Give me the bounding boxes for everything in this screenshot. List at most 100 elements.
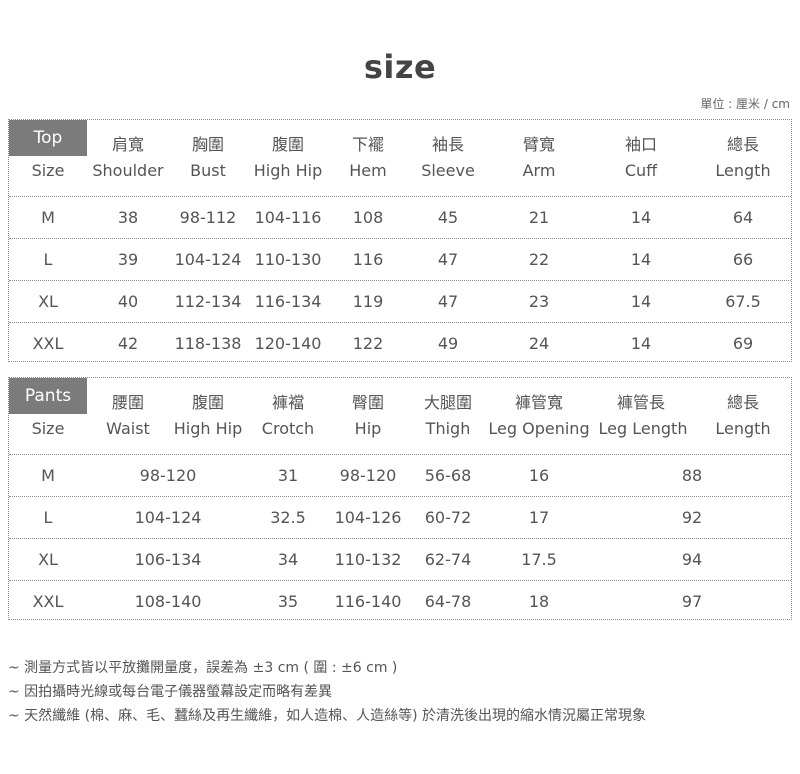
pants-badge: Pants (9, 378, 87, 414)
top-header-en: High Hip (253, 161, 323, 180)
unit-label: 單位 : 厘米 / cm (700, 97, 790, 111)
table-cell: 110-130 (254, 250, 322, 269)
table-cell: 66 (732, 250, 754, 269)
pants-header-en: Length (715, 419, 771, 438)
table-cell: 104-126 (334, 508, 402, 527)
top-header-en: Cuff (624, 161, 658, 180)
table-cell: 38 (117, 208, 139, 227)
top-header-zh: 袖口 (624, 135, 658, 154)
top-header-zh: 袖長 (431, 135, 465, 154)
table-cell: 120-140 (254, 334, 322, 353)
pants-header-zh: 褲管長 (616, 393, 666, 412)
table-cell: 106-134 (134, 550, 202, 569)
table-cell: 62-74 (424, 550, 472, 569)
table-cell: 23 (528, 292, 550, 311)
table-cell: 97 (681, 592, 703, 611)
table-cell: 45 (437, 208, 459, 227)
top-header-zh: 胸圍 (191, 135, 225, 154)
size-cell: L (43, 250, 53, 269)
table-row: M 98-120 31 98-120 56-68 16 88 (9, 455, 791, 497)
table-row: M 38 98-112 104-116 108 45 21 14 64 (9, 197, 791, 239)
pants-size-table: Pants 腰圍 腹圍 褲襠 臀圍 大腿圍 褲管寬 褲管長 總長 Size Wa… (8, 377, 792, 620)
table-cell: 104-116 (254, 208, 322, 227)
top-header-row: Top 肩寬 胸圍 腹圍 下襬 袖長 臂寬 袖口 總長 Size Shoulde… (9, 120, 791, 197)
pants-header-en: Leg Opening (488, 419, 590, 438)
note-line: ~ 測量方式皆以平放攤開量度，誤差為 ±3 cm ( 圍 : ±6 cm ) (8, 660, 398, 676)
table-row: L 39 104-124 110-130 116 47 22 14 66 (9, 239, 791, 281)
table-cell: 39 (117, 250, 139, 269)
size-cell: XXL (32, 592, 64, 611)
pants-header-en: Hip (354, 419, 382, 438)
table-cell: 49 (437, 334, 459, 353)
table-cell: 16 (528, 466, 550, 485)
pants-header-zh: 褲襠 (271, 393, 305, 412)
top-header-zh: 總長 (726, 135, 760, 154)
table-cell: 98-120 (339, 466, 397, 485)
table-row: XL 40 112-134 116-134 119 47 23 14 67.5 (9, 281, 791, 323)
table-cell: 56-68 (424, 466, 472, 485)
size-cell: M (41, 466, 55, 485)
table-cell: 116 (352, 250, 384, 269)
table-cell: 47 (437, 250, 459, 269)
size-cell: XL (38, 550, 58, 569)
pants-header-zh: 大腿圍 (423, 393, 473, 412)
table-cell: 108-140 (134, 592, 202, 611)
top-header-zh: 肩寬 (111, 135, 145, 154)
top-header-en: Length (715, 161, 771, 180)
pants-header-en: Crotch (261, 419, 315, 438)
table-cell: 110-132 (334, 550, 402, 569)
table-cell: 24 (528, 334, 550, 353)
table-cell: 14 (630, 334, 652, 353)
table-row: XXL 42 118-138 120-140 122 49 24 14 69 (9, 323, 791, 364)
top-header-en: Bust (190, 161, 226, 180)
pants-header-zh: 臀圍 (351, 393, 385, 412)
table-cell: 67.5 (725, 292, 761, 311)
top-header-en: Arm (522, 161, 556, 180)
table-cell: 40 (117, 292, 139, 311)
table-cell: 104-124 (174, 250, 242, 269)
pants-header-en: Waist (106, 419, 150, 438)
table-cell: 22 (528, 250, 550, 269)
table-cell: 116-134 (254, 292, 322, 311)
top-size-table: Top 肩寬 胸圍 腹圍 下襬 袖長 臂寬 袖口 總長 Size Shoulde… (8, 119, 792, 362)
table-cell: 104-124 (134, 508, 202, 527)
table-cell: 64-78 (424, 592, 472, 611)
table-row: L 104-124 32.5 104-126 60-72 17 92 (9, 497, 791, 539)
table-cell: 14 (630, 208, 652, 227)
top-header-zh: 臂寬 (522, 135, 556, 154)
pants-header-zh: 褲管寬 (514, 393, 564, 412)
table-cell: 119 (352, 292, 384, 311)
table-row: XXL 108-140 35 116-140 64-78 18 97 (9, 581, 791, 622)
table-cell: 14 (630, 250, 652, 269)
table-cell: 18 (528, 592, 550, 611)
table-cell: 94 (681, 550, 703, 569)
table-cell: 98-112 (179, 208, 237, 227)
table-cell: 108 (352, 208, 384, 227)
table-cell: 47 (437, 292, 459, 311)
pants-header-en: High Hip (173, 419, 243, 438)
top-header-en: Size (31, 161, 65, 180)
table-cell: 118-138 (174, 334, 242, 353)
note-line: ~ 因拍攝時光線或每台電子儀器螢幕設定而略有差異 (8, 684, 333, 700)
size-cell: M (41, 208, 55, 227)
pants-header-zh: 腰圍 (111, 393, 145, 412)
note-line: ~ 天然纖維 (棉、麻、毛、蠶絲及再生纖維，如人造棉、人造絲等) 於清洗後出現的… (8, 708, 647, 724)
table-cell: 21 (528, 208, 550, 227)
table-cell: 116-140 (334, 592, 402, 611)
size-cell: XL (38, 292, 58, 311)
top-header-en: Hem (349, 161, 387, 180)
table-cell: 17.5 (521, 550, 557, 569)
table-cell: 92 (681, 508, 703, 527)
table-cell: 112-134 (174, 292, 242, 311)
table-cell: 14 (630, 292, 652, 311)
table-row: XL 106-134 34 110-132 62-74 17.5 94 (9, 539, 791, 581)
table-cell: 88 (681, 466, 703, 485)
pants-header-row: Pants 腰圍 腹圍 褲襠 臀圍 大腿圍 褲管寬 褲管長 總長 Size Wa… (9, 378, 791, 455)
top-header-en: Sleeve (421, 161, 475, 180)
top-header-en: Shoulder (92, 161, 164, 180)
pants-header-zh: 總長 (726, 393, 760, 412)
table-cell: 122 (352, 334, 384, 353)
size-cell: L (43, 508, 53, 527)
table-cell: 31 (277, 466, 299, 485)
care-notes: ~ 測量方式皆以平放攤開量度，誤差為 ±3 cm ( 圍 : ±6 cm ) ~… (8, 656, 646, 728)
